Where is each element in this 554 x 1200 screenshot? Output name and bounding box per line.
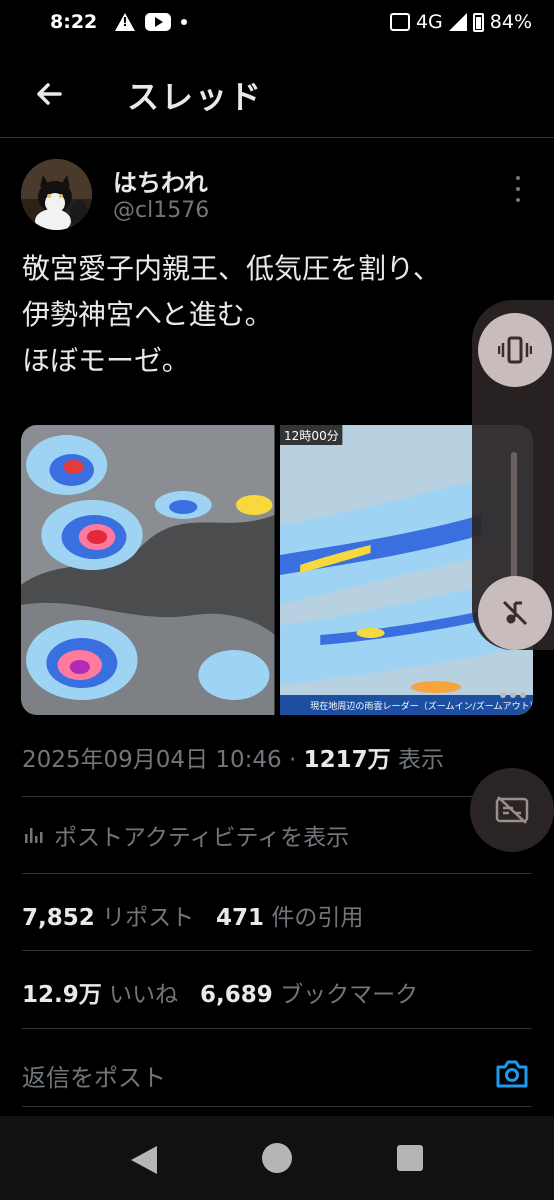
post-activity-label: ポストアクティビティを表示 — [54, 825, 350, 851]
meta-separator: · — [288, 747, 297, 773]
thread-header: スレッド — [0, 52, 554, 138]
reposts-label: リポスト — [102, 905, 195, 931]
radar-bottom-caption: 現在地周辺の雨雲レーダー（ズームイン/ズームアウト） — [310, 700, 533, 712]
music-off-icon — [502, 600, 528, 626]
tweet-text-line: 敬宮愛子内親王、低気圧を割り、 — [22, 252, 441, 285]
ringer-vibrate-button[interactable] — [478, 313, 552, 387]
quotes-count: 471 — [216, 905, 265, 931]
reposts-count: 7,852 — [22, 905, 95, 931]
bookmarks-count: 6,689 — [200, 982, 273, 1008]
repost-stats: 7,852 リポスト 471 件の引用 — [22, 898, 363, 932]
likes-count: 12.9万 — [22, 982, 102, 1008]
avatar[interactable] — [21, 159, 92, 230]
author-name[interactable]: はちわれ — [113, 163, 208, 198]
author-handle[interactable]: @cl1576 — [113, 198, 209, 223]
views-count: 1217万 — [303, 747, 391, 773]
divider — [22, 1028, 532, 1029]
nav-recents-icon[interactable] — [397, 1145, 423, 1171]
status-bar: 8:22 4G 84% — [0, 0, 554, 44]
post-activity-link[interactable]: ポストアクティビティを表示 — [22, 818, 349, 852]
likes-label: いいね — [109, 982, 179, 1008]
youtube-icon — [145, 13, 172, 31]
bookmarks-link[interactable]: 6,689 ブックマーク — [200, 982, 418, 1008]
tweet-metadata: 2025年09月04日 10:46 · 1217万 表示 — [22, 740, 444, 774]
tweet-text-line: 伊勢神宮へと進む。 — [22, 298, 273, 331]
nav-home-icon[interactable] — [262, 1143, 292, 1173]
nav-back-icon[interactable] — [131, 1146, 157, 1174]
analytics-icon — [25, 828, 43, 843]
live-caption-button[interactable] — [470, 768, 554, 852]
views-label: 表示 — [397, 747, 444, 773]
tweet-text-line: ほぼモーゼ。 — [22, 344, 190, 377]
divider — [22, 873, 532, 874]
back-arrow-icon[interactable] — [30, 74, 70, 114]
reply-input[interactable]: 返信をポスト — [22, 1058, 166, 1093]
caption-off-icon — [495, 796, 529, 824]
vibrate-mode-icon — [498, 336, 532, 364]
tweet-text: 敬宮愛子内親王、低気圧を割り、 伊勢神宮へと進む。 ほぼモーゼ。 — [22, 246, 522, 384]
radar-image-left[interactable] — [21, 425, 275, 715]
signal-icon — [448, 13, 467, 31]
page-title: スレッド — [127, 78, 264, 116]
vibrate-icon — [389, 13, 410, 31]
divider — [22, 1106, 532, 1107]
notification-dot-icon — [181, 19, 188, 25]
more-options-icon[interactable] — [508, 176, 528, 202]
warning-icon — [115, 13, 136, 31]
volume-slider-track[interactable] — [511, 452, 517, 582]
camera-icon[interactable] — [494, 1056, 530, 1092]
network-type: 4G — [415, 11, 443, 33]
likes-link[interactable]: 12.9万 いいね — [22, 982, 178, 1008]
tweet-media: 12時00分 現在地周辺の雨雲レーダー（ズームイン/ズームアウト） — [21, 425, 533, 715]
like-stats: 12.9万 いいね 6,689 ブックマーク — [22, 975, 418, 1009]
radar-time-label: 12時00分 — [284, 429, 339, 443]
timestamp: 2025年09月04日 10:46 — [22, 747, 282, 773]
bookmarks-label: ブックマーク — [280, 982, 419, 1008]
quotes-label: 件の引用 — [271, 905, 364, 931]
battery-level: 84% — [489, 11, 532, 33]
status-time: 8:22 — [50, 11, 98, 33]
divider — [22, 950, 532, 951]
reposts-link[interactable]: 7,852 リポスト — [22, 905, 194, 931]
volume-mute-button[interactable] — [478, 576, 552, 650]
battery-icon — [472, 12, 484, 32]
volume-more-icon[interactable] — [500, 692, 526, 698]
quotes-link[interactable]: 471 件の引用 — [216, 905, 363, 931]
divider — [22, 796, 532, 797]
